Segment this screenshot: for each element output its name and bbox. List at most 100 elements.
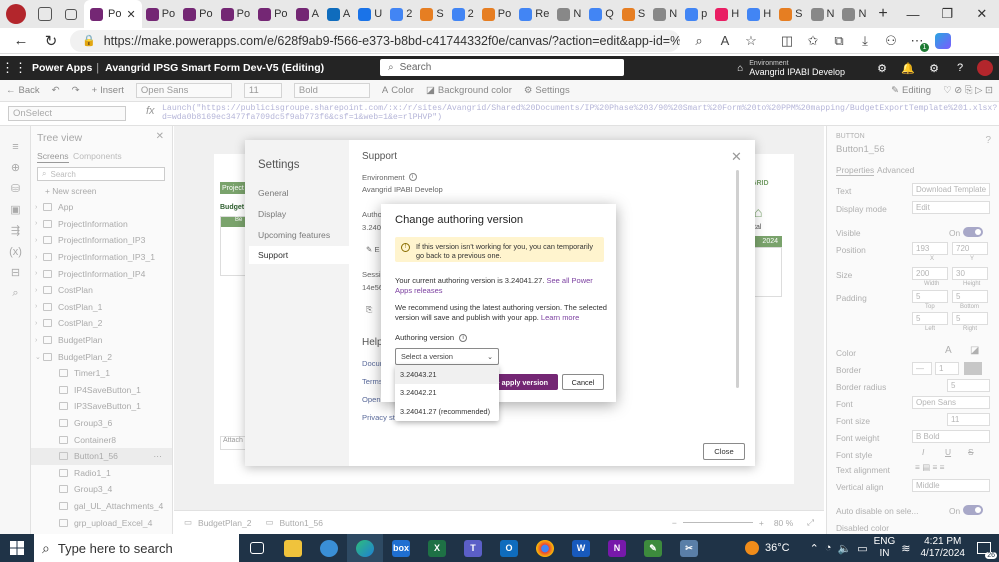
zoom-slider[interactable]	[682, 522, 753, 523]
copilot-header-icon[interactable]: ⚙	[869, 62, 895, 75]
zoom-icon[interactable]: ⌕	[686, 28, 712, 54]
browser-tab[interactable]: Po	[478, 0, 515, 28]
browser-tab[interactable]: N	[807, 0, 839, 28]
tree-item[interactable]: › ProjectInformation_IP4	[31, 265, 172, 282]
fit-screen-icon[interactable]: ⤢	[807, 517, 814, 528]
browser-tab[interactable]: Po	[254, 0, 291, 28]
insert-button[interactable]: + Insert	[86, 85, 130, 96]
browser-tab[interactable]: N	[553, 0, 585, 28]
weather-temp[interactable]: 36°C	[765, 542, 790, 554]
chevron-icon[interactable]: ›	[35, 204, 43, 211]
browser-tab[interactable]: A	[323, 0, 354, 28]
background-color-button[interactable]: ◪ Background color	[420, 85, 518, 96]
fill-color-icon[interactable]: ◪	[970, 345, 979, 356]
chevron-icon[interactable]: ›	[35, 237, 43, 244]
favorites-icon[interactable]: ✩	[800, 28, 826, 54]
tree-item[interactable]: › CostPlan_2	[31, 315, 172, 332]
strikethrough-icon[interactable]: S	[968, 447, 974, 457]
tab-components[interactable]: Components	[73, 151, 122, 161]
property-dropdown[interactable]: OnSelect	[8, 106, 126, 121]
browser-tab[interactable]: H	[711, 0, 743, 28]
search-rail-icon[interactable]: ⌕	[0, 283, 31, 304]
app-launcher-icon[interactable]: ⋮⋮	[0, 60, 28, 76]
box-icon[interactable]: box	[383, 534, 419, 562]
chevron-icon[interactable]: ›	[35, 220, 43, 227]
restore-icon[interactable]: ❐	[930, 0, 964, 28]
browser-tab[interactable]: Q	[585, 0, 618, 28]
pad-left-field[interactable]: 5	[912, 312, 948, 325]
language-indicator[interactable]: ENG IN	[874, 536, 896, 560]
font-color-icon[interactable]: A	[945, 345, 952, 356]
tree-item[interactable]: Timer1_1	[31, 365, 172, 382]
media-icon[interactable]: ▣	[0, 199, 31, 220]
settings-button[interactable]: ⚙ Settings	[518, 85, 576, 96]
workspaces-icon[interactable]	[32, 0, 58, 28]
file-explorer-icon[interactable]	[275, 534, 311, 562]
font-size-prop[interactable]: 11	[947, 413, 990, 426]
browser-tab[interactable]: N	[649, 0, 681, 28]
chevron-icon[interactable]: ⌄	[35, 353, 43, 361]
chrome-icon[interactable]	[527, 534, 563, 562]
new-screen-button[interactable]: + New screen	[45, 186, 96, 196]
font-dropdown[interactable]: Open Sans	[135, 83, 232, 98]
word-icon[interactable]: W	[563, 534, 599, 562]
browser-tab[interactable]: 2	[448, 0, 478, 28]
onenote-icon[interactable]: N	[599, 534, 635, 562]
cancel-button[interactable]: Cancel	[562, 374, 604, 390]
task-view-icon[interactable]	[239, 534, 275, 562]
tree-item[interactable]: IP3SaveButton_1	[31, 398, 172, 415]
chevron-icon[interactable]: ›	[35, 320, 43, 327]
tree-item[interactable]: › CostPlan	[31, 282, 172, 299]
height-field[interactable]: 30	[952, 267, 988, 280]
font-weight-dropdown[interactable]: Bold	[293, 83, 370, 98]
tree-item[interactable]: IP4SaveButton_1	[31, 382, 172, 399]
version-option[interactable]: 3.24042.21	[395, 384, 499, 403]
tab-properties[interactable]: Properties	[836, 165, 875, 176]
width-field[interactable]: 200	[912, 267, 948, 280]
copilot-icon[interactable]	[930, 28, 956, 54]
tree-item[interactable]: gal_UL_Attachments_4	[31, 498, 172, 515]
tree-item[interactable]: › BudgetPlan	[31, 332, 172, 349]
tree-item[interactable]: Group3_4	[31, 481, 172, 498]
edge-icon[interactable]	[347, 534, 383, 562]
excel-icon[interactable]: X	[419, 534, 455, 562]
downloads-icon[interactable]: ⤓	[852, 28, 878, 54]
display-mode-dropdown[interactable]: Edit	[912, 201, 990, 214]
auto-disable-toggle[interactable]	[963, 505, 983, 515]
snipping-icon[interactable]: ✂	[671, 534, 707, 562]
help-link-privacy[interactable]: Privacy sta	[362, 413, 399, 422]
formula-input[interactable]: Launch("https://publicisgroupe.sharepoin…	[162, 104, 997, 122]
minimize-icon[interactable]: —	[896, 0, 930, 28]
settings-nav-display[interactable]: Display	[258, 209, 286, 219]
settings-icon[interactable]: ⚙	[921, 62, 947, 75]
tree-item[interactable]: › App	[31, 199, 172, 216]
tree-item[interactable]: › ProjectInformation	[31, 216, 172, 233]
help-circle-icon[interactable]: ?	[985, 135, 991, 146]
pos-y-field[interactable]: 720	[952, 242, 988, 255]
browser-tab[interactable]: Po	[142, 0, 179, 28]
settings-scrollbar[interactable]	[736, 170, 739, 388]
chevron-icon[interactable]: ›	[35, 254, 43, 261]
edit-authoring-link[interactable]: ✎ E	[366, 245, 380, 254]
settings-nav-support[interactable]: Support	[249, 246, 349, 264]
wifi-icon[interactable]: ≋	[901, 542, 910, 555]
chevron-icon[interactable]: ›	[35, 270, 43, 277]
network-icon[interactable]: ◔	[825, 542, 832, 554]
close-tab-icon[interactable]: ✕	[126, 8, 135, 21]
version-option[interactable]: 3.24041.27 (recommended)	[395, 402, 499, 421]
refresh-icon[interactable]: ↻	[36, 28, 66, 54]
chevron-up-icon[interactable]: ⌃	[810, 542, 819, 555]
split-screen-icon[interactable]: ◫	[774, 28, 800, 54]
data-icon[interactable]: ⛁	[0, 178, 31, 199]
notifications-icon[interactable]: 🔔	[895, 62, 921, 75]
browser-tab[interactable]: Re	[515, 0, 553, 28]
tree-item[interactable]: › ProjectInformation_IP3_1	[31, 249, 172, 266]
tab-actions-icon[interactable]	[58, 0, 84, 28]
browser-tab[interactable]: Po	[217, 0, 254, 28]
insert-icon[interactable]: ⊕	[0, 157, 31, 178]
close-button[interactable]: Close	[703, 443, 745, 460]
version-select[interactable]: Select a version ⌄	[395, 348, 499, 365]
border-style-dropdown[interactable]: —	[912, 362, 932, 375]
align-icons[interactable]: ≡ ▤ ≡ ≡	[915, 462, 945, 472]
help-link-open[interactable]: Open	[362, 395, 381, 404]
